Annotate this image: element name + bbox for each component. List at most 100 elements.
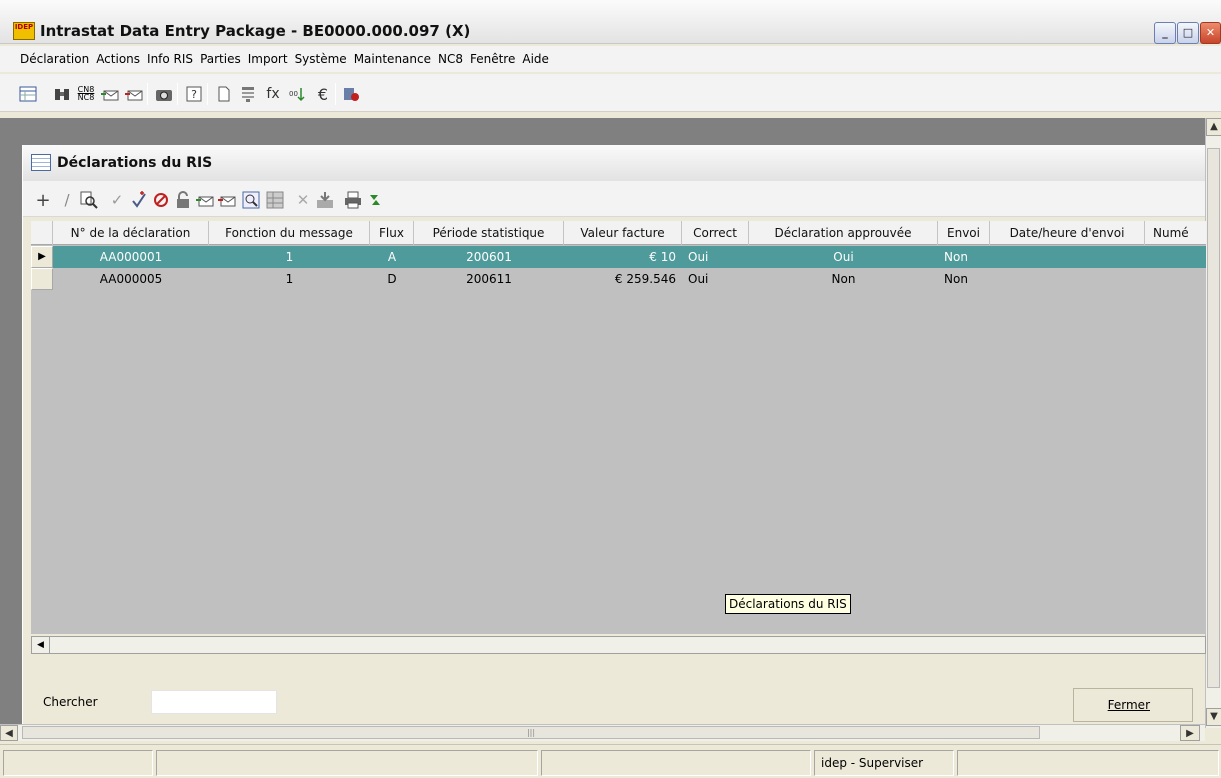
menu-fenetre[interactable]: Fenêtre: [470, 52, 515, 66]
camera-icon[interactable]: [154, 84, 174, 104]
menu-systeme[interactable]: Système: [295, 52, 347, 66]
sent-cell[interactable]: Non: [938, 268, 990, 290]
envelope-receive-icon[interactable]: [217, 190, 237, 210]
menu-import[interactable]: Import: [248, 52, 288, 66]
menu-aide[interactable]: Aide: [522, 52, 549, 66]
grid-horizontal-scrollbar[interactable]: ◀: [31, 636, 1206, 654]
cn8-nc8-icon[interactable]: CN8 NC8: [76, 84, 96, 104]
new-document-icon[interactable]: [214, 84, 234, 104]
check-icon[interactable]: ✓: [107, 190, 127, 210]
flux-cell[interactable]: A: [370, 246, 414, 268]
help-icon[interactable]: ?: [184, 84, 204, 104]
column-header[interactable]: Date/heure d'envoi: [990, 221, 1145, 245]
validate-icon[interactable]: [129, 190, 149, 210]
number-cell[interactable]: [1145, 268, 1206, 290]
search-icon[interactable]: [79, 190, 99, 210]
search-input[interactable]: [151, 690, 277, 714]
toolbar-separator: [207, 83, 208, 105]
window-title: Intrastat Data Entry Package - BE0000.00…: [40, 22, 471, 40]
maximize-button[interactable]: □: [1177, 22, 1199, 44]
add-icon[interactable]: +: [33, 190, 53, 211]
close-window-button[interactable]: ✕: [1200, 22, 1221, 44]
status-panel: [156, 750, 538, 776]
approved-cell[interactable]: Oui: [749, 246, 938, 268]
row-selector-current[interactable]: ▶: [31, 246, 53, 268]
column-header[interactable]: N° de la déclaration: [53, 221, 209, 245]
table-row[interactable]: AA000001 1 A 200601 € 10 Oui Oui Non: [53, 246, 1206, 268]
menu-bar: Déclaration Actions Info RIS Parties Imp…: [0, 46, 1221, 72]
delete-icon[interactable]: ✕: [293, 190, 313, 210]
scroll-left-icon[interactable]: ◀: [0, 725, 18, 741]
column-header[interactable]: Correct: [682, 221, 749, 245]
period-cell[interactable]: 200611: [414, 268, 564, 290]
status-bar: idep - Superviser: [0, 744, 1221, 778]
send-envelope-icon[interactable]: [100, 84, 120, 104]
filter-icon[interactable]: [238, 84, 258, 104]
column-header[interactable]: Envoi: [938, 221, 990, 245]
function-icon[interactable]: fx: [263, 84, 283, 104]
table-row[interactable]: AA000005 1 D 200611 € 259.546 Oui Non No…: [53, 268, 1206, 290]
column-header[interactable]: Fonction du message: [209, 221, 370, 245]
correct-cell[interactable]: Oui: [682, 268, 749, 290]
preview-icon[interactable]: [241, 190, 261, 210]
scroll-right-icon[interactable]: ▶: [1180, 725, 1200, 741]
menu-declaration[interactable]: Déclaration: [20, 52, 89, 66]
menu-parties[interactable]: Parties: [200, 52, 241, 66]
search-label: Chercher: [43, 695, 98, 709]
scroll-up-icon[interactable]: ▲: [1206, 118, 1221, 136]
decimal-icon[interactable]: 00: [288, 84, 308, 104]
declaration-number-cell[interactable]: AA000001: [53, 246, 209, 268]
column-header[interactable]: Déclaration approuvée: [749, 221, 938, 245]
child-toolbar: + / ✓ ✕: [23, 181, 1205, 217]
scroll-down-icon[interactable]: ▼: [1206, 708, 1221, 726]
scroll-left-icon[interactable]: ◀: [32, 637, 50, 653]
scroll-thumb[interactable]: [1207, 148, 1220, 688]
number-cell[interactable]: [1145, 246, 1206, 268]
column-header[interactable]: Numé: [1145, 221, 1206, 245]
close-button[interactable]: Fermer: [1073, 688, 1193, 722]
sent-cell[interactable]: Non: [938, 246, 990, 268]
period-cell[interactable]: 200601: [414, 246, 564, 268]
cancel-icon[interactable]: [151, 190, 171, 210]
declaration-number-cell[interactable]: AA000005: [53, 268, 209, 290]
column-header[interactable]: Période statistique: [414, 221, 564, 245]
receive-envelope-icon[interactable]: [124, 84, 144, 104]
menu-nc8[interactable]: NC8: [438, 52, 463, 66]
invoice-value-cell[interactable]: € 10: [564, 246, 682, 268]
row-selector[interactable]: [31, 268, 53, 290]
column-header[interactable]: Flux: [370, 221, 414, 245]
status-user: idep - Superviser: [814, 750, 954, 776]
edit-icon[interactable]: /: [57, 190, 77, 210]
lock-icon[interactable]: [173, 190, 193, 210]
status-panel: [3, 750, 153, 776]
menu-actions[interactable]: Actions: [96, 52, 140, 66]
import-icon[interactable]: [315, 190, 335, 210]
send-datetime-cell[interactable]: [990, 246, 1145, 268]
refresh-icon[interactable]: [365, 190, 385, 210]
workspace-vertical-scrollbar[interactable]: ▲ ▼: [1205, 118, 1221, 728]
invoice-value-cell[interactable]: € 259.546: [564, 268, 682, 290]
envelope-send-icon[interactable]: [195, 190, 215, 210]
grid-icon[interactable]: [265, 190, 285, 210]
menu-maintenance[interactable]: Maintenance: [354, 52, 431, 66]
message-function-cell[interactable]: 1: [209, 246, 370, 268]
flux-cell[interactable]: D: [370, 268, 414, 290]
column-header[interactable]: Valeur facture: [564, 221, 682, 245]
declarations-grid[interactable]: N° de la déclaration Fonction du message…: [31, 221, 1206, 634]
approved-cell[interactable]: Non: [749, 268, 938, 290]
scroll-thumb[interactable]: |||: [22, 726, 1040, 739]
status-panel: [541, 750, 811, 776]
binoculars-icon[interactable]: [52, 84, 72, 104]
print-icon[interactable]: [343, 190, 363, 210]
send-datetime-cell[interactable]: [990, 268, 1145, 290]
correct-cell[interactable]: Oui: [682, 246, 749, 268]
table-icon[interactable]: [18, 84, 38, 104]
message-function-cell[interactable]: 1: [209, 268, 370, 290]
svg-text:00: 00: [289, 90, 298, 98]
table-icon: [31, 154, 51, 171]
menu-info-ris[interactable]: Info RIS: [147, 52, 193, 66]
workspace-horizontal-scrollbar[interactable]: ◀ ||| ▶: [0, 724, 1205, 741]
euro-icon[interactable]: €: [313, 84, 333, 104]
minimize-button[interactable]: _: [1154, 22, 1176, 44]
exit-icon[interactable]: [341, 84, 361, 104]
